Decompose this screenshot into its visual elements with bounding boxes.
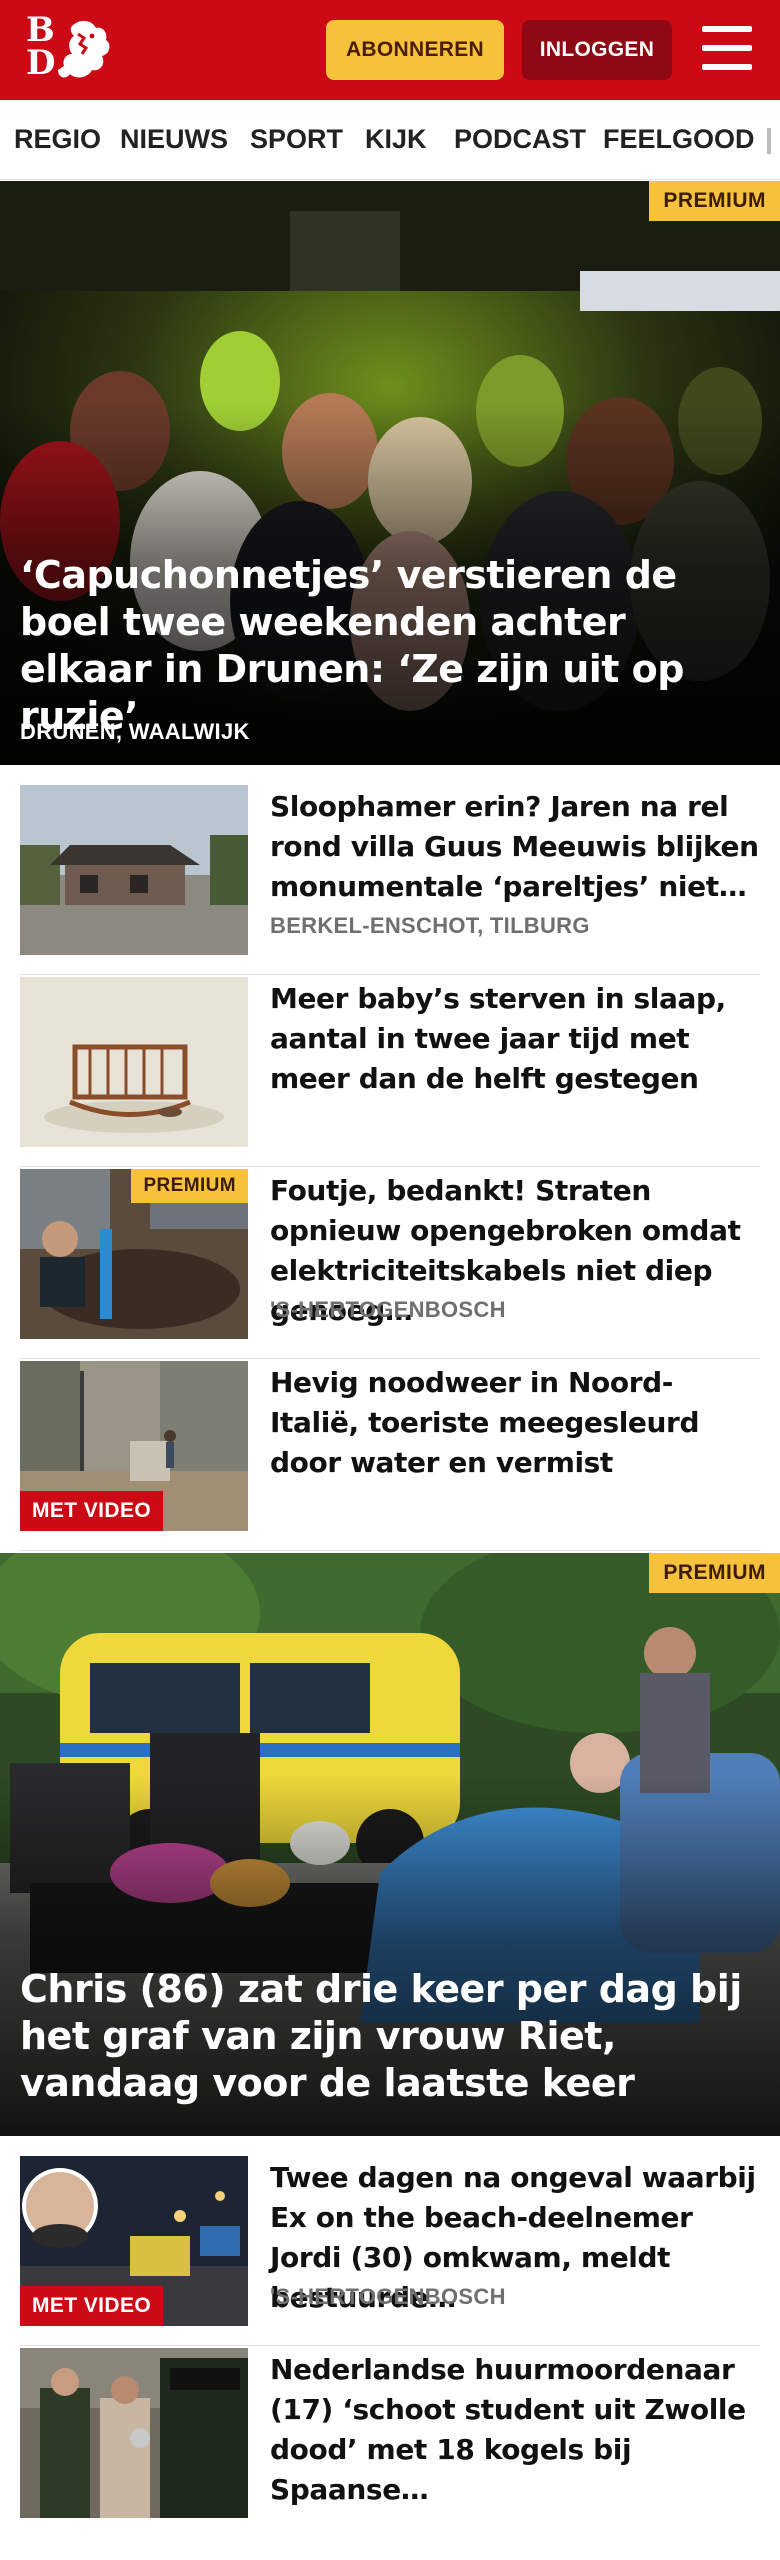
section-nav: REGIO NIEUWS SPORT KIJK PODCAST FEELGOOD bbox=[0, 100, 780, 180]
thumb-crib bbox=[20, 977, 248, 1147]
list-item[interactable]: MET VIDEO Hevig noodweer in Noord-Italië… bbox=[20, 1361, 760, 1551]
hero-headline: ‘Capuchonnetjes’ verstieren de boel twee… bbox=[20, 553, 685, 738]
item-location: 'S-HERTOGENBOSCH bbox=[270, 1297, 506, 1322]
hero-article-chris[interactable]: PREMIUM Chris (86) zat drie keer per dag… bbox=[0, 1553, 780, 2136]
nav-item-sport[interactable]: SPORT bbox=[250, 124, 343, 155]
video-badge: MET VIDEO bbox=[20, 1491, 164, 1531]
nav-item-regio[interactable]: REGIO bbox=[14, 124, 101, 155]
hero-location: DRUNEN, WAALWIJK bbox=[20, 719, 250, 744]
thumb-arrest bbox=[20, 2348, 248, 2518]
nav-item-kijk[interactable]: KIJK bbox=[365, 124, 427, 155]
list-item[interactable]: Meer baby’s sterven in slaap, aantal in … bbox=[20, 977, 760, 1167]
list-item[interactable]: MET VIDEO Twee dagen na ongeval waarbij … bbox=[20, 2156, 760, 2346]
item-headline: Sloophamer erin? Jaren na rel rond villa… bbox=[270, 790, 759, 903]
list-item[interactable]: Nederlandse huurmoordenaar (17) ‘schoot … bbox=[20, 2348, 760, 2518]
nav-overflow-indicator bbox=[767, 128, 771, 154]
thumb-villa bbox=[20, 785, 248, 955]
item-headline: Meer baby’s sterven in slaap, aantal in … bbox=[270, 982, 726, 1095]
subscribe-button[interactable]: ABONNEREN bbox=[326, 20, 504, 80]
video-badge: MET VIDEO bbox=[20, 2286, 164, 2326]
hero-headline: Chris (86) zat drie keer per dag bij het… bbox=[20, 1967, 742, 2105]
nav-item-podcast[interactable]: PODCAST bbox=[454, 124, 586, 155]
item-headline: Hevig noodweer in Noord-Italië, toeriste… bbox=[270, 1366, 700, 1479]
item-location: 'S-HERTOGENBOSCH bbox=[270, 2284, 506, 2309]
premium-badge: PREMIUM bbox=[649, 1553, 780, 1593]
premium-badge: PREMIUM bbox=[649, 181, 780, 221]
list-item[interactable]: PREMIUM Foutje, bedankt! Straten opnieuw… bbox=[20, 1169, 760, 1359]
login-button[interactable]: INLOGGEN bbox=[522, 20, 672, 80]
hero-article-drunen[interactable]: PREMIUM ‘Capuchonnetjes’ verstieren de b… bbox=[0, 181, 780, 765]
nav-item-nieuws[interactable]: NIEUWS bbox=[120, 124, 228, 155]
logo-text: B D bbox=[26, 10, 56, 83]
item-location: BERKEL-ENSCHOT, TILBURG bbox=[270, 913, 590, 938]
premium-badge: PREMIUM bbox=[131, 1169, 248, 1203]
thumb-accident-night: MET VIDEO bbox=[20, 2156, 248, 2326]
bd-logo[interactable]: B D bbox=[22, 10, 118, 86]
list-item[interactable]: Sloophamer erin? Jaren na rel rond villa… bbox=[20, 785, 760, 975]
item-headline: Nederlandse huurmoordenaar (17) ‘schoot … bbox=[270, 2353, 746, 2506]
hamburger-menu-icon[interactable] bbox=[700, 24, 754, 74]
thumb-flood: MET VIDEO bbox=[20, 1361, 248, 1531]
thumb-street-works: PREMIUM bbox=[20, 1169, 248, 1339]
top-bar: B D ABONNEREN INLOGGEN bbox=[0, 0, 780, 100]
nav-item-feelgood[interactable]: FEELGOOD bbox=[603, 124, 755, 155]
